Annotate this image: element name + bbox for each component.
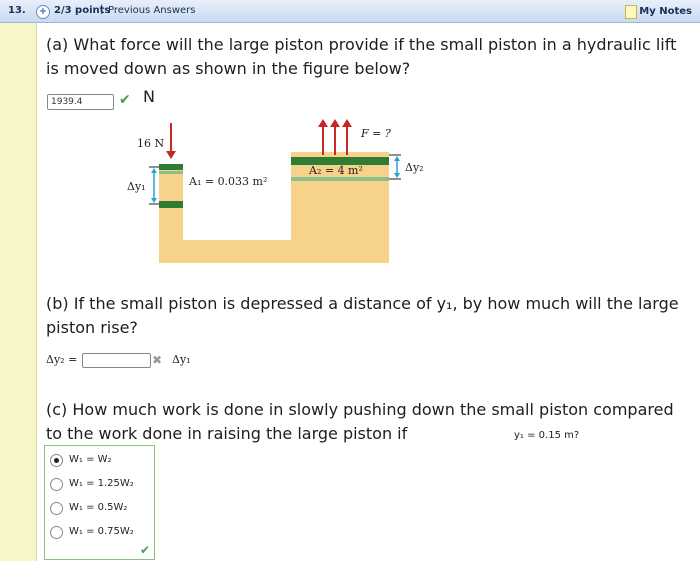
choice-label: W₁ = W₂ (69, 454, 112, 465)
small-force-label: 16 N (137, 137, 164, 150)
choice-label: W₁ = 0.75W₂ (69, 526, 134, 537)
my-notes-label: My Notes (639, 6, 692, 17)
up-arrows (318, 119, 352, 155)
small-piston-bottom (159, 201, 183, 208)
part-a-answer-input[interactable]: 1939.4 (47, 94, 114, 110)
question-content: (a) What force will the large piston pro… (37, 23, 700, 561)
choice-option[interactable]: W₁ = 0.75W₂ (45, 520, 154, 544)
part-a-question: (a) What force will the large piston pro… (46, 35, 677, 78)
question-number-column (0, 0, 36, 561)
correct-check-icon: ✔ (139, 543, 150, 557)
part-b-question: (b) If the small piston is depressed a d… (46, 294, 679, 337)
question-number: 13. (8, 5, 26, 16)
choice-option[interactable]: W₁ = W₂ (45, 448, 154, 472)
part-b-answer-input[interactable] (82, 353, 151, 368)
large-area-label: A₂ = 4 m² (308, 164, 363, 177)
hydraulic-lift-diagram: 16 N F = ? A₁ = 0.033 m² A₂ = 4 m² Δy₁ Δ… (127, 119, 424, 263)
small-area-label: A₁ = 0.033 m² (188, 175, 267, 188)
part-c-condition: y₁ = 0.15 m? (514, 430, 580, 441)
note-icon (625, 5, 638, 19)
choice-label: W₁ = 0.5W₂ (69, 502, 128, 513)
radio-button[interactable] (50, 454, 63, 467)
radio-button[interactable] (50, 478, 63, 491)
my-notes-button[interactable]: My Notes (621, 4, 696, 19)
choice-option[interactable]: W₁ = 0.5W₂ (45, 496, 154, 520)
expand-plus-icon[interactable]: + (36, 5, 50, 19)
radio-button[interactable] (50, 502, 63, 515)
dy2-label: Δy₂ (405, 161, 424, 174)
choice-option[interactable]: W₁ = 1.25W₂ (45, 472, 154, 496)
choice-label: W₁ = 1.25W₂ (69, 478, 134, 489)
radio-button[interactable] (50, 526, 63, 539)
correct-check-icon: ✔ (119, 92, 131, 108)
force-arrow-head (166, 151, 176, 159)
large-force-label: F = ? (360, 127, 391, 140)
question-header: 13. + 2/3 points | Previous Answers My N… (0, 0, 700, 23)
small-piston-top (159, 164, 183, 170)
dy1-label: Δy₁ (127, 180, 146, 193)
part-b-lhs: Δy₂ = (46, 353, 78, 366)
part-a-unit: N (143, 87, 155, 106)
part-c-choices: W₁ = W₂ W₁ = 1.25W₂ W₁ = 0.5W₂ W₁ = 0.75… (44, 445, 155, 560)
small-piston-band (159, 171, 183, 174)
part-c-question: (c) How much work is done in slowly push… (46, 400, 674, 443)
incorrect-x-icon: ✖ (152, 353, 163, 367)
previous-answers-link[interactable]: Previous Answers (108, 5, 195, 16)
part-b-rhs: Δy₁ (172, 353, 191, 366)
header-separator: | (100, 4, 104, 15)
large-piston-band (291, 177, 389, 181)
